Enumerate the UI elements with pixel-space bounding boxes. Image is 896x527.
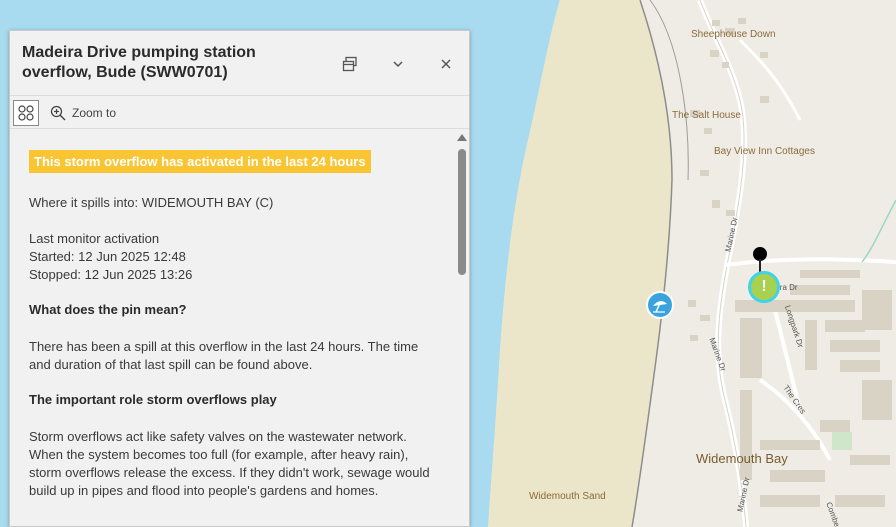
started-time: Started: 12 Jun 2025 12:48 <box>29 249 186 264</box>
pin-meaning-heading: What does the pin mean? <box>29 302 187 317</box>
dock-icon <box>342 56 357 72</box>
chevron-down-icon <box>393 61 403 68</box>
dock-button[interactable] <box>339 53 361 75</box>
role-heading: The important role storm overflows play <box>29 392 277 407</box>
popup-toolbar: Zoom to <box>10 96 469 129</box>
road-label-madeira-dr: ira Dr <box>778 283 798 292</box>
pin-meaning-text: There has been a spill at this overflow … <box>29 339 419 372</box>
role-text: Storm overflows act like safety valves o… <box>29 429 430 498</box>
collapse-button[interactable] <box>387 53 409 75</box>
warning-pin-icon[interactable]: ! <box>748 271 780 303</box>
scroll-thumb[interactable] <box>458 149 466 275</box>
popup-content[interactable]: This storm overflow has activated in the… <box>10 129 454 527</box>
zoom-to-label: Zoom to <box>72 106 117 120</box>
status-badge: This storm overflow has activated in the… <box>29 150 371 173</box>
content-scrollbar[interactable] <box>455 129 470 527</box>
place-label-bay-view: Bay View Inn Cottages <box>714 146 815 157</box>
popup-title: Madeira Drive pumping station overflow, … <box>22 44 256 81</box>
spills-into-text: Where it spills into: WIDEMOUTH BAY (C) <box>29 195 274 210</box>
zoom-to-button[interactable]: Zoom to <box>50 103 116 123</box>
popup-header: Madeira Drive pumping station overflow, … <box>10 31 469 96</box>
zoom-in-icon <box>50 105 66 121</box>
place-label-salt-house: The Salt House <box>672 110 741 121</box>
feature-menu-button[interactable] <box>13 100 39 126</box>
stopped-time: Stopped: 12 Jun 2025 13:26 <box>29 267 193 282</box>
place-label-sheephouse-down: Sheephouse Down <box>691 29 776 40</box>
grid-icon <box>18 105 34 121</box>
close-button[interactable] <box>435 53 457 75</box>
scroll-up-arrow-icon[interactable] <box>457 134 467 141</box>
activation-heading: Last monitor activation <box>29 231 160 246</box>
place-label-widemouth-bay: Widemouth Bay <box>696 451 788 466</box>
feature-popup: Madeira Drive pumping station overflow, … <box>9 30 470 527</box>
green-space <box>832 432 852 450</box>
beach-umbrella-icon[interactable] <box>646 291 674 319</box>
place-label-widemouth-sand: Widemouth Sand <box>529 491 606 502</box>
close-icon <box>441 59 451 69</box>
